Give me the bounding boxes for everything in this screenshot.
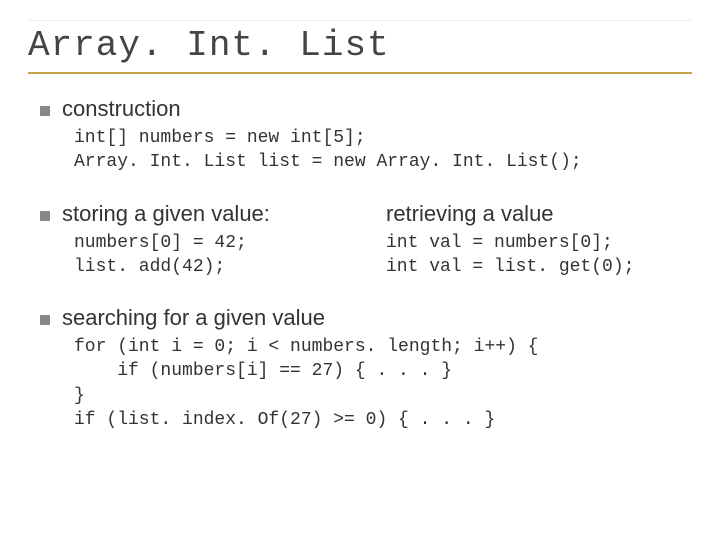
square-bullet-icon (40, 315, 50, 325)
bullet-row: storing a given value: (40, 201, 346, 227)
construction-heading: construction (62, 96, 181, 122)
searching-heading: searching for a given value (62, 305, 325, 331)
section-store-retrieve: storing a given value: numbers[0] = 42; … (40, 201, 692, 280)
construction-code: int[] numbers = new int[5]; Array. Int. … (74, 126, 692, 175)
retrieving-column: retrieving a value int val = numbers[0];… (386, 201, 692, 280)
bullet-row: construction (40, 96, 692, 122)
retrieving-heading: retrieving a value (386, 201, 692, 227)
searching-code: for (int i = 0; i < numbers. length; i++… (74, 335, 692, 432)
section-construction: construction int[] numbers = new int[5];… (40, 96, 692, 175)
slide: Array. Int. List construction int[] numb… (0, 0, 720, 478)
slide-title: Array. Int. List (28, 20, 692, 74)
storing-column: storing a given value: numbers[0] = 42; … (40, 201, 346, 280)
storing-heading: storing a given value: (62, 201, 270, 227)
square-bullet-icon (40, 106, 50, 116)
square-bullet-icon (40, 211, 50, 221)
retrieving-code: int val = numbers[0]; int val = list. ge… (386, 231, 692, 280)
section-searching: searching for a given value for (int i =… (40, 305, 692, 432)
storing-code: numbers[0] = 42; list. add(42); (74, 231, 346, 280)
bullet-row: searching for a given value (40, 305, 692, 331)
